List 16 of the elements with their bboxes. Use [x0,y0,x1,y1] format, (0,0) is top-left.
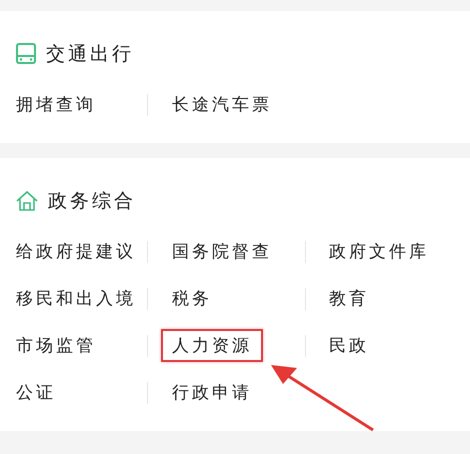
service-link[interactable]: 移民和出入境 [5,282,147,315]
service-link[interactable]: 公证 [5,376,67,409]
service-link[interactable]: 长途汽车票 [161,88,283,121]
home-icon [16,190,38,212]
service-link[interactable]: 给政府提建议 [5,235,147,268]
section-title: 政务综合 [48,189,136,214]
service-link[interactable]: 税务 [161,282,223,315]
service-link[interactable]: 市场监管 [5,329,107,362]
service-link[interactable]: 政府文件库 [318,235,440,268]
service-link[interactable]: 民政 [318,329,380,362]
service-link[interactable]: 教育 [318,282,380,315]
service-link[interactable]: 拥堵查询 [5,88,107,121]
service-link[interactable]: 行政申请 [161,376,263,409]
bus-icon [16,43,36,65]
service-link[interactable]: 国务院督查 [161,235,283,268]
section-title: 交通出行 [46,42,134,67]
